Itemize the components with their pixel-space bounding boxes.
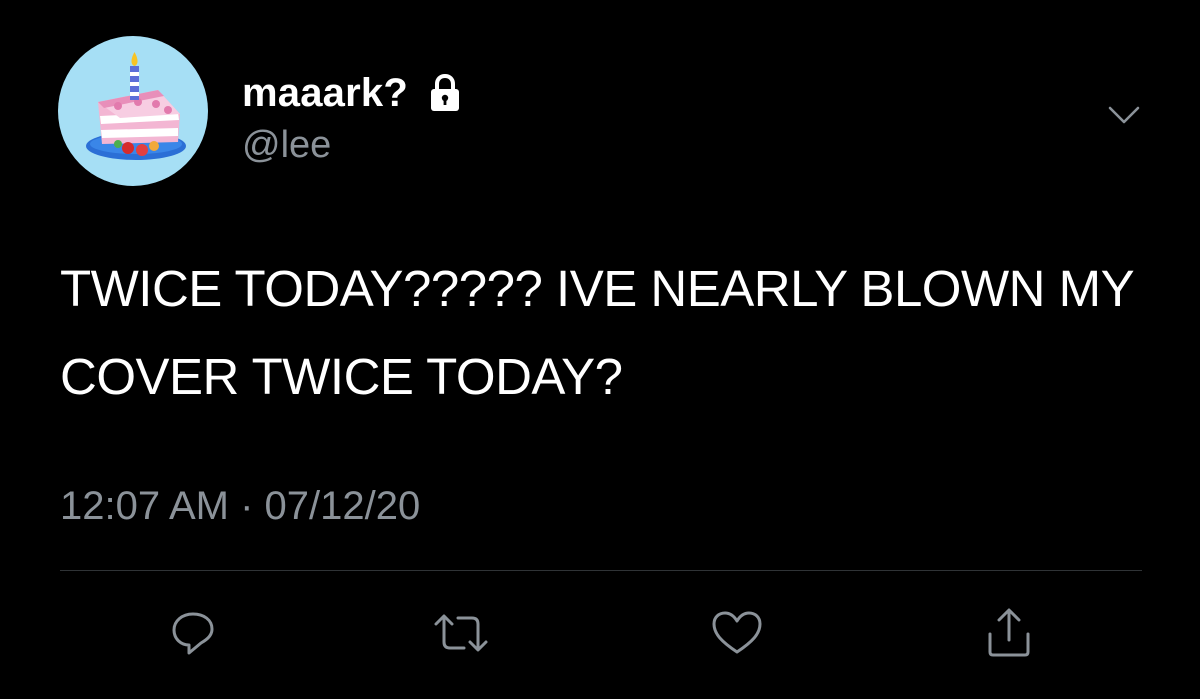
lock-icon — [428, 73, 462, 113]
reply-button[interactable] — [164, 604, 222, 662]
tweet-card: maaark? @lee TWICE TODAY????? IVE NEARLY… — [0, 0, 1200, 699]
display-name[interactable]: maaark? — [242, 71, 408, 116]
avatar[interactable] — [58, 36, 208, 186]
display-name-row: maaark? — [242, 68, 462, 118]
tweet-text: TWICE TODAY????? IVE NEARLY BLOWN MY COV… — [60, 260, 1134, 405]
birthday-cake-icon — [86, 52, 186, 160]
retweet-button[interactable] — [432, 604, 490, 662]
share-icon — [988, 608, 1030, 657]
chevron-down-icon[interactable] — [1104, 100, 1144, 130]
heart-icon — [712, 611, 762, 654]
retweet-icon — [434, 614, 488, 652]
reply-icon — [172, 612, 214, 655]
like-button[interactable] — [708, 604, 766, 662]
share-button[interactable] — [980, 604, 1038, 662]
tweet-timestamp[interactable]: 12:07 AM · 07/12/20 — [60, 484, 420, 529]
divider — [60, 570, 1142, 571]
user-handle[interactable]: @lee — [242, 124, 331, 167]
